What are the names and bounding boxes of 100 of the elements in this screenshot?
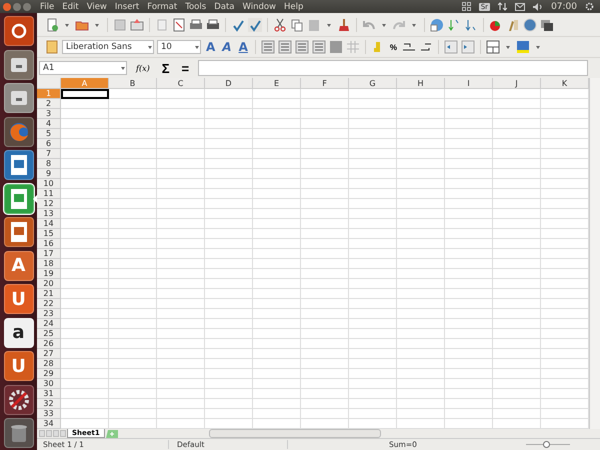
- speaker-icon[interactable]: [533, 2, 544, 10]
- row-header[interactable]: 3: [37, 109, 61, 120]
- menu-item[interactable]: Help: [284, 2, 304, 12]
- menu-item[interactable]: Insert: [114, 2, 140, 12]
- row-header[interactable]: 33: [37, 409, 61, 420]
- borders-icon[interactable]: [486, 40, 500, 54]
- row-header[interactable]: 11: [37, 189, 61, 200]
- sort-ascending-icon[interactable]: [447, 18, 461, 32]
- row-header[interactable]: 15: [37, 229, 61, 240]
- column-header[interactable]: F: [301, 78, 349, 90]
- menu-item[interactable]: Tools: [185, 2, 206, 12]
- align-center-icon[interactable]: [278, 40, 292, 54]
- spellcheck-icon[interactable]: [248, 18, 262, 32]
- menu-item[interactable]: Edit: [62, 2, 79, 12]
- function-wizard-button[interactable]: f(x): [133, 64, 153, 73]
- pdf-icon[interactable]: [172, 18, 186, 32]
- printer-icon[interactable]: [189, 18, 203, 32]
- align-right-icon[interactable]: [294, 40, 309, 54]
- row-header[interactable]: 20: [37, 279, 61, 290]
- dropdown-caret-icon[interactable]: [411, 22, 417, 28]
- column-header[interactable]: J: [493, 78, 541, 90]
- cloud-app-icon[interactable]: U: [4, 284, 34, 314]
- menu-item[interactable]: Window: [242, 2, 276, 12]
- dropdown-caret-icon[interactable]: [64, 22, 70, 28]
- font-name-field[interactable]: Liberation Sans: [62, 40, 154, 54]
- row-header[interactable]: 25: [37, 329, 61, 340]
- menu-item[interactable]: Data: [214, 2, 234, 12]
- column-header[interactable]: K: [541, 78, 589, 90]
- dropdown-caret-icon[interactable]: [194, 44, 200, 50]
- row-header[interactable]: 8: [37, 159, 61, 170]
- presentation-icon[interactable]: [4, 217, 34, 247]
- row-header[interactable]: 2: [37, 99, 61, 110]
- dropdown-caret-icon[interactable]: [120, 65, 126, 72]
- close-icon[interactable]: [3, 2, 11, 10]
- increase-indent-icon[interactable]: [461, 40, 476, 54]
- row-header[interactable]: 4: [37, 119, 61, 130]
- trash-icon[interactable]: [4, 418, 34, 448]
- zoom-thumb[interactable]: [542, 441, 550, 448]
- shop-icon[interactable]: a: [4, 318, 34, 348]
- menu-item[interactable]: View: [86, 2, 107, 12]
- scissors-icon[interactable]: [273, 18, 287, 32]
- row-header[interactable]: 28: [37, 359, 61, 370]
- column-header[interactable]: C: [157, 78, 205, 90]
- decrease-indent-icon[interactable]: [444, 40, 458, 54]
- font-size-field[interactable]: 10: [157, 40, 201, 54]
- italic-button[interactable]: A: [220, 40, 234, 54]
- row-header[interactable]: 18: [37, 259, 61, 270]
- column-header[interactable]: H: [397, 78, 445, 90]
- row-header[interactable]: 12: [37, 199, 61, 210]
- row-header[interactable]: 7: [37, 149, 61, 160]
- vertical-scrollbar[interactable]: [589, 78, 600, 430]
- row-header[interactable]: 14: [37, 219, 61, 230]
- row-header[interactable]: 26: [37, 339, 61, 350]
- function-button[interactable]: =: [178, 60, 192, 76]
- selected-cell[interactable]: [61, 89, 109, 100]
- text-document-icon[interactable]: [4, 150, 34, 180]
- row-header[interactable]: 31: [37, 389, 61, 400]
- row-header[interactable]: 30: [37, 379, 61, 390]
- minimize-icon[interactable]: [13, 2, 21, 10]
- column-header[interactable]: I: [445, 78, 493, 90]
- row-header[interactable]: 27: [37, 349, 61, 360]
- maximize-icon[interactable]: [23, 2, 31, 10]
- column-header[interactable]: B: [109, 78, 157, 90]
- row-header[interactable]: 5: [37, 129, 61, 140]
- row-header[interactable]: 17: [37, 249, 61, 260]
- dropdown-caret-icon[interactable]: [381, 22, 387, 28]
- row-header[interactable]: 19: [37, 269, 61, 280]
- sum-button[interactable]: Σ: [158, 60, 173, 76]
- clock[interactable]: 07:00: [551, 2, 577, 12]
- row-header[interactable]: 16: [37, 239, 61, 250]
- copy-icon[interactable]: [290, 18, 304, 32]
- styles-icon[interactable]: [45, 40, 59, 54]
- browser-icon[interactable]: [4, 116, 34, 146]
- ubuntu-logo-icon[interactable]: [4, 16, 34, 46]
- music-app-icon[interactable]: U: [4, 351, 34, 381]
- row-header[interactable]: 13: [37, 209, 61, 220]
- menu-item[interactable]: Format: [147, 2, 178, 12]
- row-header[interactable]: 10: [37, 179, 61, 190]
- row-header[interactable]: 34: [37, 419, 61, 430]
- cell-grid[interactable]: [61, 89, 589, 430]
- brush-icon[interactable]: [337, 18, 351, 32]
- dropdown-caret-icon[interactable]: [505, 44, 512, 50]
- sort-descending-icon[interactable]: [464, 18, 478, 32]
- justify-icon[interactable]: [312, 40, 326, 54]
- workspaces-icon[interactable]: [462, 2, 471, 11]
- spellcheck-icon[interactable]: [231, 18, 245, 32]
- shopping-bag-icon[interactable]: A: [4, 250, 34, 280]
- row-header[interactable]: 24: [37, 319, 61, 330]
- underline-button[interactable]: A: [236, 40, 250, 54]
- new-document-icon[interactable]: [45, 18, 59, 32]
- gear-wrench-icon[interactable]: [4, 384, 34, 414]
- row-header[interactable]: 21: [37, 289, 61, 300]
- menu-item[interactable]: File: [40, 2, 54, 12]
- dropdown-caret-icon[interactable]: [94, 22, 100, 28]
- corner-cell[interactable]: [37, 78, 61, 90]
- column-header[interactable]: E: [253, 78, 301, 90]
- row-header[interactable]: 22: [37, 299, 61, 310]
- column-header[interactable]: G: [349, 78, 397, 90]
- gear-icon[interactable]: [585, 2, 594, 11]
- input-field[interactable]: [198, 60, 588, 76]
